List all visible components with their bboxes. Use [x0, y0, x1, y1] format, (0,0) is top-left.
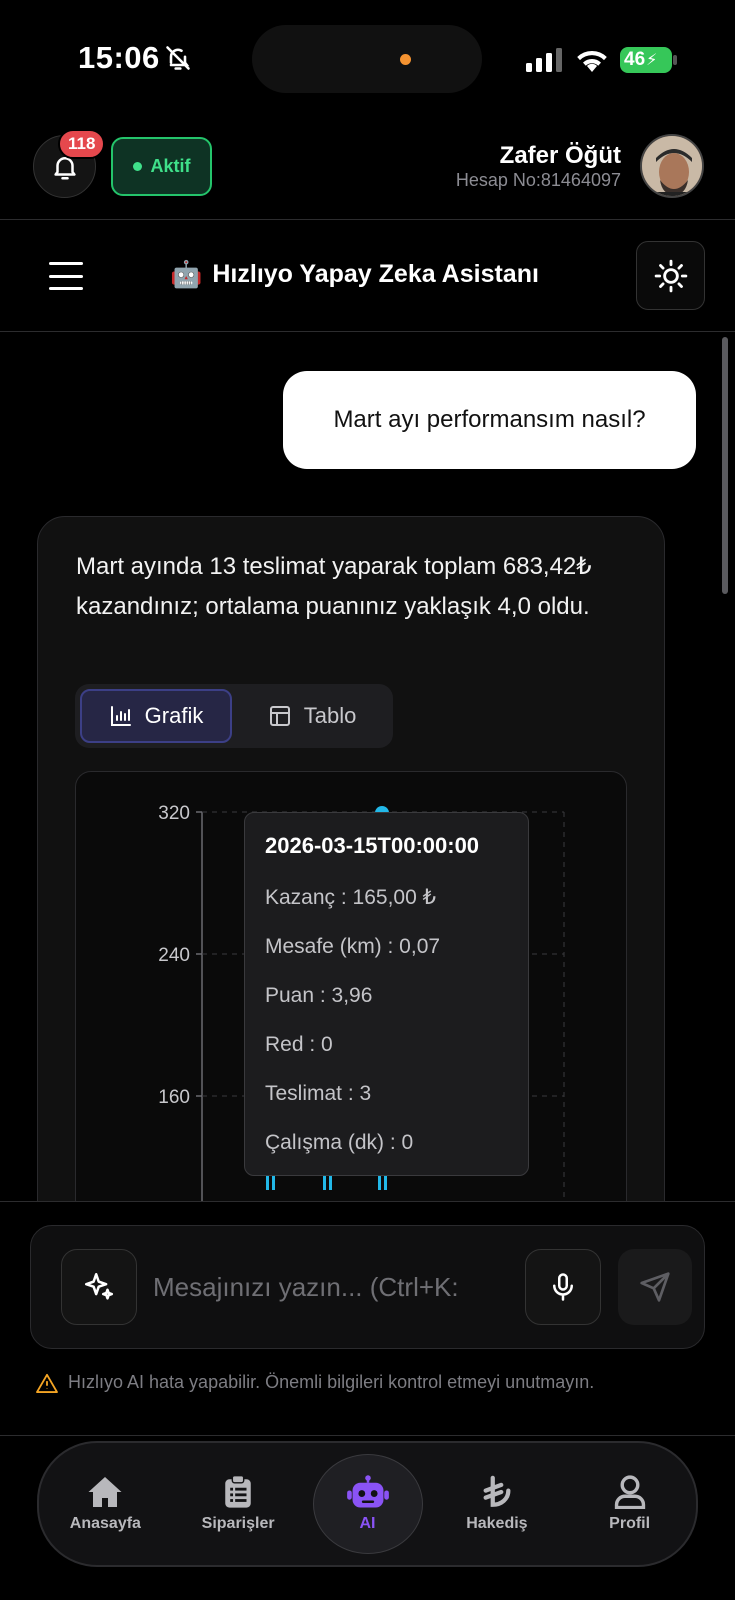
- title-bar: 🤖 Hızlıyo Yapay Zeka Asistanı: [0, 221, 735, 332]
- disclaimer-text: Hızlıyo AI hata yapabilir. Önemli bilgil…: [68, 1372, 595, 1392]
- table-icon: [269, 706, 290, 726]
- dynamic-island: [252, 25, 482, 93]
- tooltip-row: Mesafe (km) : 0,07: [265, 934, 441, 958]
- hamburger-menu-button[interactable]: [45, 259, 87, 293]
- nav-label: AI: [359, 1515, 376, 1532]
- nav-label: Siparişler: [201, 1515, 275, 1532]
- tooltip-title: 2026-03-15T00:00:00: [265, 833, 480, 858]
- clipboard-icon: [225, 1475, 251, 1508]
- menu-line: [49, 274, 83, 278]
- tooltip-row: Teslimat : 3: [265, 1081, 372, 1105]
- robot-emoji-icon: 🤖: [170, 259, 203, 289]
- nav-item-orders[interactable]: Siparişler: [172, 1443, 305, 1565]
- bottom-navigation: Anasayfa Siparişler AI Hakediş Profil: [37, 1441, 698, 1567]
- status-time: 15:06: [78, 40, 160, 75]
- message-composer: [30, 1225, 705, 1349]
- user-icon: [614, 1475, 645, 1509]
- battery-indicator: 46 ⚡: [620, 47, 672, 73]
- status-label: Aktif: [150, 156, 191, 176]
- wifi-icon: [577, 50, 607, 72]
- bar-mark: [272, 1176, 275, 1190]
- nav-label: Profil: [609, 1515, 651, 1532]
- page-title: 🤖 Hızlıyo Yapay Zeka Asistanı: [170, 259, 539, 290]
- cellular-signal-icon: [526, 48, 562, 72]
- bar-mark: [329, 1176, 332, 1190]
- microphone-icon: [553, 1273, 573, 1301]
- chart-tooltip: 2026-03-15T00:00:00 Kazanç : 165,00 ₺ Me…: [244, 812, 529, 1176]
- nav-item-earnings[interactable]: Hakediş: [431, 1443, 564, 1565]
- robot-icon: [346, 1475, 389, 1508]
- user-photo: [642, 136, 702, 196]
- tab-table[interactable]: Tablo: [236, 689, 388, 743]
- tooltip-row: Kazanç : 165,00 ₺: [265, 886, 436, 909]
- account-number: Hesap No:81464097: [455, 170, 621, 190]
- privacy-indicator: [400, 54, 411, 65]
- charging-bolt-icon: ⚡: [646, 52, 658, 69]
- tab-chart[interactable]: Grafik: [80, 689, 233, 743]
- chat-area[interactable]: Mart ayı performansım nasıl? Mart ayında…: [0, 333, 735, 1201]
- page-title-text: Hızlıyo Yapay Zeka Asistanı: [212, 260, 539, 288]
- suggestions-button[interactable]: [61, 1249, 137, 1325]
- bottom-zone: Anasayfa Siparişler AI Hakediş Profil: [0, 1435, 735, 1600]
- user-message-bubble: Mart ayı performansım nasıl?: [283, 371, 696, 469]
- tooltip-row: Puan : 3,96: [265, 983, 373, 1007]
- battery-cap: [673, 55, 677, 65]
- view-toggle: Grafik Tablo: [75, 684, 393, 748]
- bar-chart-icon: [110, 706, 131, 726]
- warning-icon: [36, 1373, 58, 1393]
- menu-line: [49, 262, 83, 265]
- ai-disclaimer: Hızlıyo AI hata yapabilir. Önemli bilgil…: [36, 1372, 594, 1393]
- lira-icon: [483, 1475, 511, 1507]
- nav-label: Hakediş: [466, 1515, 528, 1532]
- send-button[interactable]: [618, 1249, 692, 1325]
- ai-response-text: Mart ayında 13 teslimat yaparak toplam 6…: [76, 553, 592, 620]
- user-name: Zafer Öğüt: [499, 142, 621, 169]
- sun-icon: [654, 259, 687, 292]
- composer-zone: Hızlıyo AI hata yapabilir. Önemli bilgil…: [0, 1201, 735, 1436]
- nav-item-ai[interactable]: AI: [312, 1454, 423, 1554]
- tab-table-label: Tablo: [303, 703, 357, 728]
- y-tick-label: 240: [158, 945, 190, 966]
- nav-item-home[interactable]: Anasayfa: [39, 1443, 172, 1565]
- ai-response-card: Mart ayında 13 teslimat yaparak toplam 6…: [37, 516, 665, 1201]
- home-icon: [88, 1477, 122, 1507]
- bar-mark: [378, 1176, 381, 1190]
- status-dot: [132, 162, 142, 171]
- bar-mark: [323, 1176, 326, 1190]
- bar-mark: [266, 1176, 269, 1190]
- theme-toggle-button[interactable]: [636, 241, 705, 310]
- menu-line: [49, 287, 83, 290]
- notification-count-badge: 118: [58, 129, 106, 159]
- bell-muted-icon: [166, 46, 190, 70]
- sparkles-icon: [84, 1272, 114, 1300]
- y-tick-label: 320: [158, 803, 190, 824]
- battery-level: 46: [624, 49, 646, 70]
- y-tick-label: 160: [158, 1087, 190, 1108]
- app-header: 118 Aktif Zafer Öğüt Hesap No:81464097: [0, 120, 735, 220]
- chat-scrollbar[interactable]: [722, 337, 728, 594]
- send-icon: [640, 1272, 670, 1302]
- voice-input-button[interactable]: [525, 1249, 601, 1325]
- online-status-toggle[interactable]: Aktif: [111, 137, 212, 196]
- tooltip-row: Çalışma (dk) : 0: [265, 1130, 414, 1154]
- nav-item-profile[interactable]: Profil: [563, 1443, 696, 1565]
- chart-container[interactable]: 320 240 160 2026-03-15T00:00:00 Kazanç : 1…: [75, 771, 627, 1201]
- message-input[interactable]: [153, 1262, 553, 1312]
- tooltip-row: Red : 0: [265, 1032, 333, 1056]
- avatar[interactable]: [640, 134, 704, 198]
- nav-label: Anasayfa: [69, 1515, 141, 1532]
- tab-chart-label: Grafik: [144, 703, 204, 728]
- status-bar: 15:06 46 ⚡: [0, 0, 735, 120]
- bar-mark: [384, 1176, 387, 1190]
